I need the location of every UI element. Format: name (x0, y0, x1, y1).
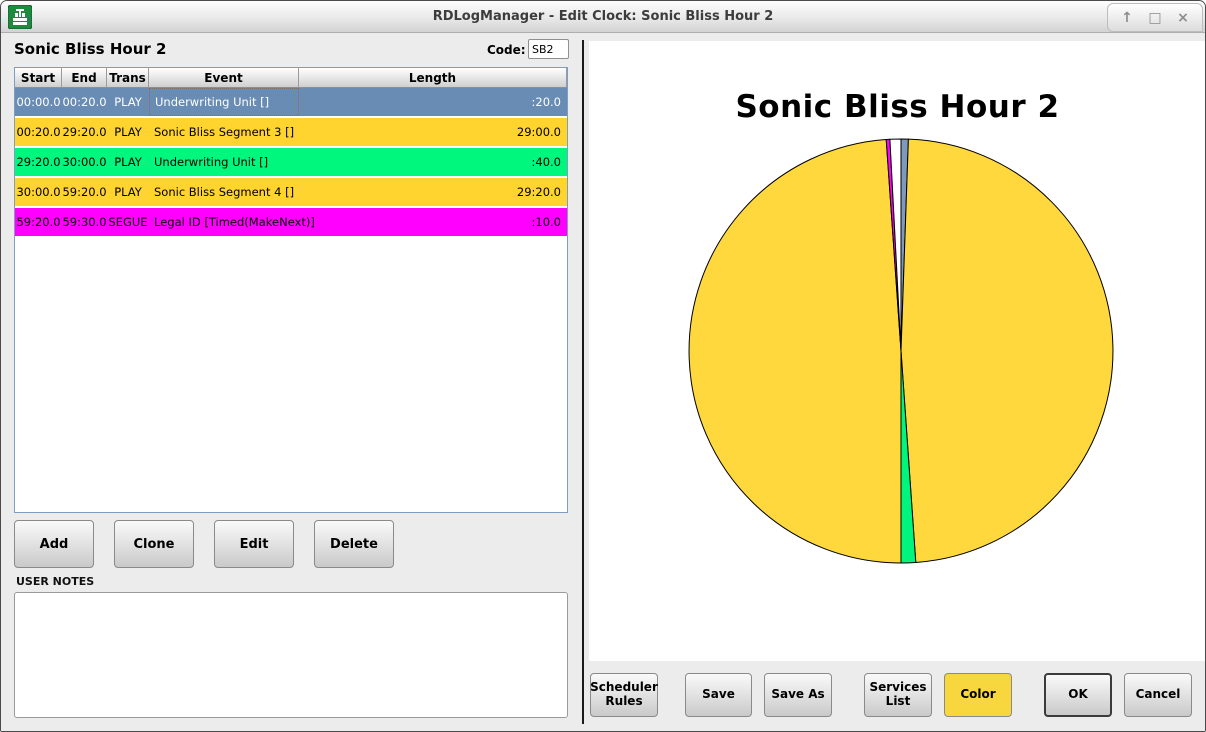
cell-trans: SEGUE (107, 208, 149, 236)
arrow-up-icon: ↑ (1121, 10, 1133, 26)
close-icon: × (1177, 10, 1189, 26)
cell-start: 29:20.0 (15, 148, 62, 176)
chart-title: Sonic Bliss Hour 2 (589, 89, 1206, 125)
code-label: Code: (487, 43, 526, 57)
user-notes-textarea[interactable] (14, 592, 568, 718)
table-row[interactable]: 30:00.0 59:20.0 PLAY Sonic Bliss Segment… (15, 178, 567, 206)
ok-button[interactable]: OK (1044, 673, 1112, 717)
cell-end: 00:20.0 (62, 88, 107, 116)
user-notes-label: USER NOTES (16, 575, 94, 588)
cell-start: 00:00.0 (15, 88, 62, 116)
clock-preview-panel: Sonic Bliss Hour 2 (589, 41, 1206, 661)
header-trans[interactable]: Trans (107, 68, 149, 88)
event-table: Start End Trans Event Length 00:00.0 00:… (14, 67, 568, 513)
event-table-header: Start End Trans Event Length (15, 68, 567, 88)
shade-button[interactable]: ↑ (1116, 7, 1138, 29)
maximize-icon: □ (1148, 10, 1161, 26)
close-button[interactable]: × (1172, 7, 1194, 29)
pie-slice (901, 139, 1113, 562)
cell-event: Legal ID [Timed(MakeNext)] (149, 208, 299, 236)
cell-end: 59:20.0 (62, 178, 107, 206)
maximize-button[interactable]: □ (1144, 7, 1166, 29)
cell-length: :20.0 (299, 88, 567, 116)
cell-event: Underwriting Unit [] (149, 148, 299, 176)
cell-end: 29:20.0 (62, 118, 107, 146)
code-input[interactable] (528, 39, 569, 59)
cell-trans: PLAY (107, 118, 149, 146)
cell-start: 00:20.0 (15, 118, 62, 146)
scheduler-rules-button[interactable]: Scheduler Rules (590, 673, 658, 717)
save-as-button[interactable]: Save As (764, 673, 832, 717)
cell-event: Sonic Bliss Segment 4 [] (149, 178, 299, 206)
cell-event: Sonic Bliss Segment 3 [] (149, 118, 299, 146)
table-row[interactable]: 29:20.0 30:00.0 PLAY Underwriting Unit [… (15, 148, 567, 176)
cell-length: :40.0 (299, 148, 567, 176)
cell-length: 29:20.0 (299, 178, 567, 206)
services-list-button[interactable]: Services List (864, 673, 932, 717)
clock-name-heading: Sonic Bliss Hour 2 (14, 40, 166, 58)
pie-slice (689, 140, 901, 563)
window-controls: ↑ □ × (1107, 3, 1203, 32)
table-row[interactable]: 59:20.0 59:30.0 SEGUE Legal ID [Timed(Ma… (15, 208, 567, 236)
add-button[interactable]: Add (14, 520, 94, 568)
header-length[interactable]: Length (299, 68, 567, 88)
clock-pie-chart (589, 41, 1206, 661)
delete-button[interactable]: Delete (314, 520, 394, 568)
cell-start: 59:20.0 (15, 208, 62, 236)
cancel-button[interactable]: Cancel (1124, 673, 1192, 717)
rdlogmanager-window: RDLogManager - Edit Clock: Sonic Bliss H… (0, 0, 1206, 732)
cell-end: 59:30.0 (62, 208, 107, 236)
cell-end: 30:00.0 (62, 148, 107, 176)
cell-event: Underwriting Unit [] (149, 88, 299, 116)
clone-button[interactable]: Clone (114, 520, 194, 568)
cell-length: :10.0 (299, 208, 567, 236)
cell-trans: PLAY (107, 88, 149, 116)
header-end[interactable]: End (62, 68, 107, 88)
cell-trans: PLAY (107, 148, 149, 176)
titlebar[interactable]: RDLogManager - Edit Clock: Sonic Bliss H… (1, 1, 1205, 33)
cell-start: 30:00.0 (15, 178, 62, 206)
main-content: Sonic Bliss Hour 2 Code: Start End Trans… (1, 33, 1205, 731)
color-button[interactable]: Color (944, 673, 1012, 717)
save-button[interactable]: Save (685, 673, 752, 717)
cell-length: 29:00.0 (299, 118, 567, 146)
table-row[interactable]: 00:20.0 29:20.0 PLAY Sonic Bliss Segment… (15, 118, 567, 146)
table-row[interactable]: 00:00.0 00:20.0 PLAY Underwriting Unit [… (15, 88, 567, 116)
cell-trans: PLAY (107, 178, 149, 206)
header-start[interactable]: Start (15, 68, 62, 88)
edit-button[interactable]: Edit (214, 520, 294, 568)
panel-divider (582, 40, 584, 724)
window-title: RDLogManager - Edit Clock: Sonic Bliss H… (1, 9, 1205, 24)
header-event[interactable]: Event (149, 68, 299, 88)
rivendell-logo-icon (8, 5, 32, 29)
